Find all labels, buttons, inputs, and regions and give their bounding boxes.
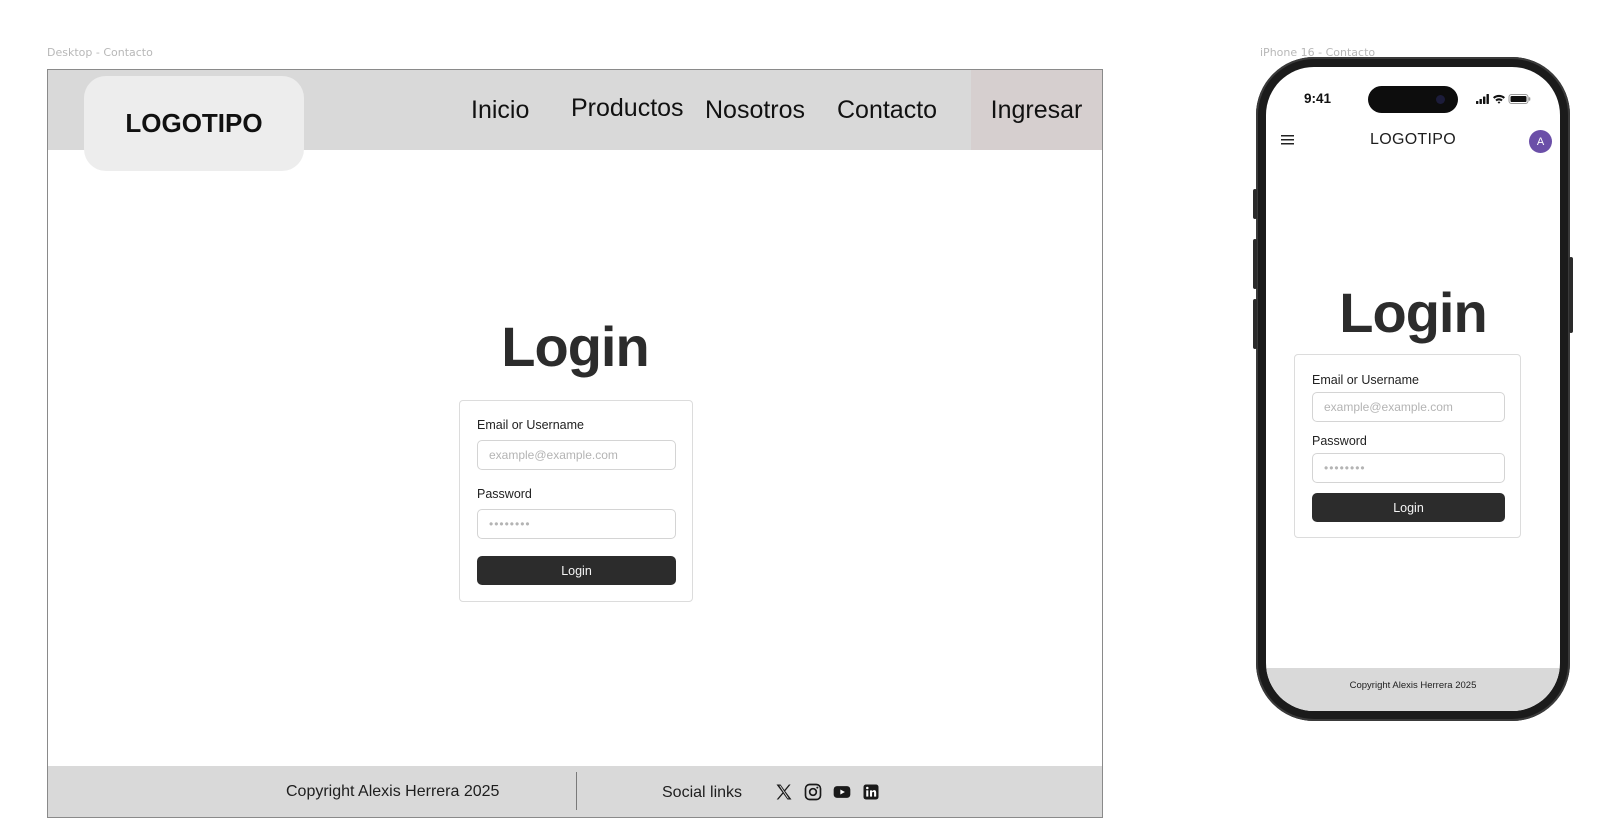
- mobile-footer: Copyright Alexis Herrera 2025: [1266, 668, 1560, 711]
- status-icons: [1476, 94, 1531, 104]
- youtube-icon[interactable]: [832, 782, 852, 802]
- mobile-login-button[interactable]: Login: [1312, 493, 1505, 522]
- desktop-frame-label: Desktop - Contacto: [47, 46, 153, 59]
- logo[interactable]: LOGOTIPO: [84, 76, 304, 171]
- desktop-footer: Copyright Alexis Herrera 2025 Social lin…: [48, 766, 1102, 817]
- email-field[interactable]: example@example.com: [477, 440, 676, 470]
- nav-nosotros[interactable]: Nosotros: [705, 70, 805, 150]
- phone-frame: 9:41 LOGOTIPO A Login Email or Username …: [1253, 57, 1573, 721]
- nav-inicio[interactable]: Inicio: [471, 70, 529, 150]
- login-card: Email or Username example@example.com Pa…: [459, 400, 693, 602]
- signal-icon: [1476, 94, 1489, 104]
- phone-screen: 9:41 LOGOTIPO A Login Email or Username …: [1266, 67, 1560, 711]
- page-title: Login: [501, 315, 649, 378]
- phone-power-button: [1569, 257, 1573, 333]
- nav-productos[interactable]: Productos: [571, 70, 684, 148]
- mobile-logo[interactable]: LOGOTIPO: [1266, 131, 1560, 149]
- mobile-page-title: Login: [1339, 281, 1487, 344]
- status-time: 9:41: [1304, 91, 1332, 106]
- nav-contacto[interactable]: Contacto: [837, 70, 937, 150]
- mobile-copyright-text: Copyright Alexis Herrera 2025: [1349, 680, 1477, 691]
- dynamic-island: [1368, 86, 1458, 113]
- avatar[interactable]: A: [1529, 130, 1552, 153]
- battery-icon: [1508, 94, 1531, 104]
- login-button[interactable]: Login: [477, 556, 676, 585]
- x-icon[interactable]: [774, 782, 794, 802]
- mobile-email-label: Email or Username: [1312, 373, 1419, 387]
- email-label: Email or Username: [477, 418, 584, 432]
- mobile-email-field[interactable]: example@example.com: [1312, 392, 1505, 422]
- mobile-password-label: Password: [1312, 434, 1367, 448]
- password-field[interactable]: ••••••••: [477, 509, 676, 539]
- social-links-label: Social links: [662, 784, 743, 801]
- instagram-icon[interactable]: [803, 782, 823, 802]
- mobile-login-card: Email or Username example@example.com Pa…: [1294, 354, 1521, 538]
- password-label: Password: [477, 487, 532, 501]
- mobile-password-field[interactable]: ••••••••: [1312, 453, 1505, 483]
- phone-action-button: [1253, 189, 1257, 219]
- wifi-icon: [1493, 94, 1505, 104]
- camera-icon: [1436, 95, 1445, 104]
- phone-volume-down: [1253, 299, 1257, 349]
- ingresar-button[interactable]: Ingresar: [971, 70, 1102, 150]
- copyright-text: Copyright Alexis Herrera 2025: [286, 782, 500, 800]
- footer-divider: [576, 772, 577, 810]
- desktop-frame: Inicio Productos Nosotros Contacto Ingre…: [47, 69, 1103, 818]
- linkedin-icon[interactable]: [861, 782, 881, 802]
- phone-volume-up: [1253, 239, 1257, 289]
